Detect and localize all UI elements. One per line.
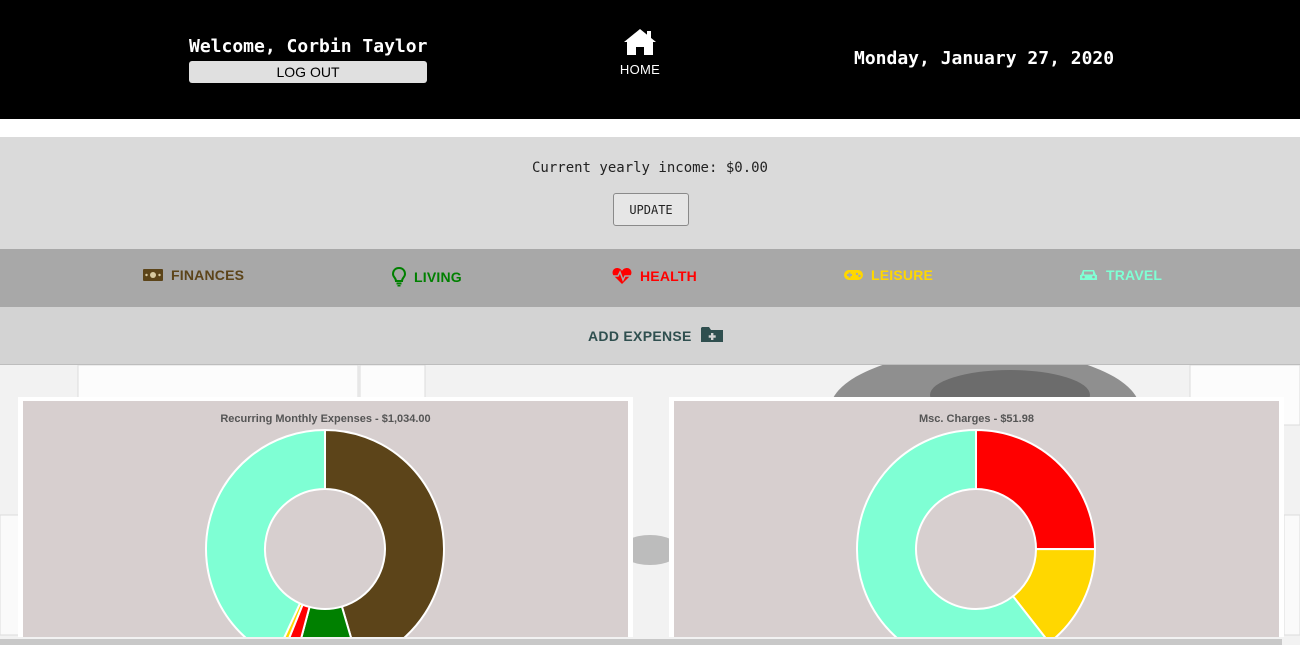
home-icon: [605, 28, 675, 56]
home-label: HOME: [619, 62, 661, 77]
recurring-expenses-chart-panel: Recurring Monthly Expenses - $1,034.00: [18, 397, 633, 637]
misc-charges-chart-panel: Msc. Charges - $51.98: [669, 397, 1284, 637]
logout-button[interactable]: LOG OUT: [189, 61, 427, 83]
lightbulb-icon: [392, 267, 406, 287]
category-finances[interactable]: FINANCES: [143, 267, 244, 283]
category-label: LEISURE: [871, 267, 934, 283]
misc-charges-donut: [856, 428, 1097, 637]
category-travel[interactable]: TRAVEL: [1079, 267, 1162, 283]
current-date: Monday, January 27, 2020: [854, 48, 1115, 69]
category-label: FINANCES: [171, 267, 245, 283]
category-label: HEALTH: [640, 268, 697, 284]
update-income-button[interactable]: UPDATE: [613, 193, 689, 226]
recurring-expenses-donut: [205, 428, 445, 637]
category-label: TRAVEL: [1106, 267, 1163, 283]
welcome-text: Welcome, Corbin Taylor: [189, 36, 428, 57]
category-nav: FINANCES LIVING HEALTH LEISURE TRAVEL: [0, 249, 1300, 307]
folder-plus-icon: [700, 326, 723, 346]
category-label: LIVING: [414, 269, 462, 285]
chart-area: Msc. Charges - $51.98: [674, 401, 1279, 637]
yearly-income-text: Current yearly income: $0.00: [531, 160, 768, 176]
car-icon: [1079, 269, 1098, 282]
category-leisure[interactable]: LEISURE: [844, 267, 933, 283]
gamepad-icon: [844, 269, 863, 281]
donut-slice-finances[interactable]: [324, 428, 445, 637]
home-link[interactable]: HOME: [605, 28, 675, 77]
category-living[interactable]: LIVING: [392, 267, 462, 287]
horizontal-scrollbar[interactable]: [0, 639, 1282, 645]
category-health[interactable]: HEALTH: [612, 267, 697, 285]
add-expense-section: ADD EXPENSE: [0, 307, 1300, 365]
add-expense-label: ADD EXPENSE: [588, 328, 692, 344]
top-header: Welcome, Corbin Taylor LOG OUT HOME Mond…: [0, 0, 1300, 119]
income-section: Current yearly income: $0.00 UPDATE: [0, 137, 1300, 249]
chart-area: Recurring Monthly Expenses - $1,034.00: [23, 401, 628, 637]
heartbeat-icon: [612, 267, 632, 285]
donut-slice-health[interactable]: [975, 428, 1097, 551]
money-bill-icon: [143, 268, 163, 282]
add-expense-button[interactable]: ADD EXPENSE: [588, 326, 723, 346]
